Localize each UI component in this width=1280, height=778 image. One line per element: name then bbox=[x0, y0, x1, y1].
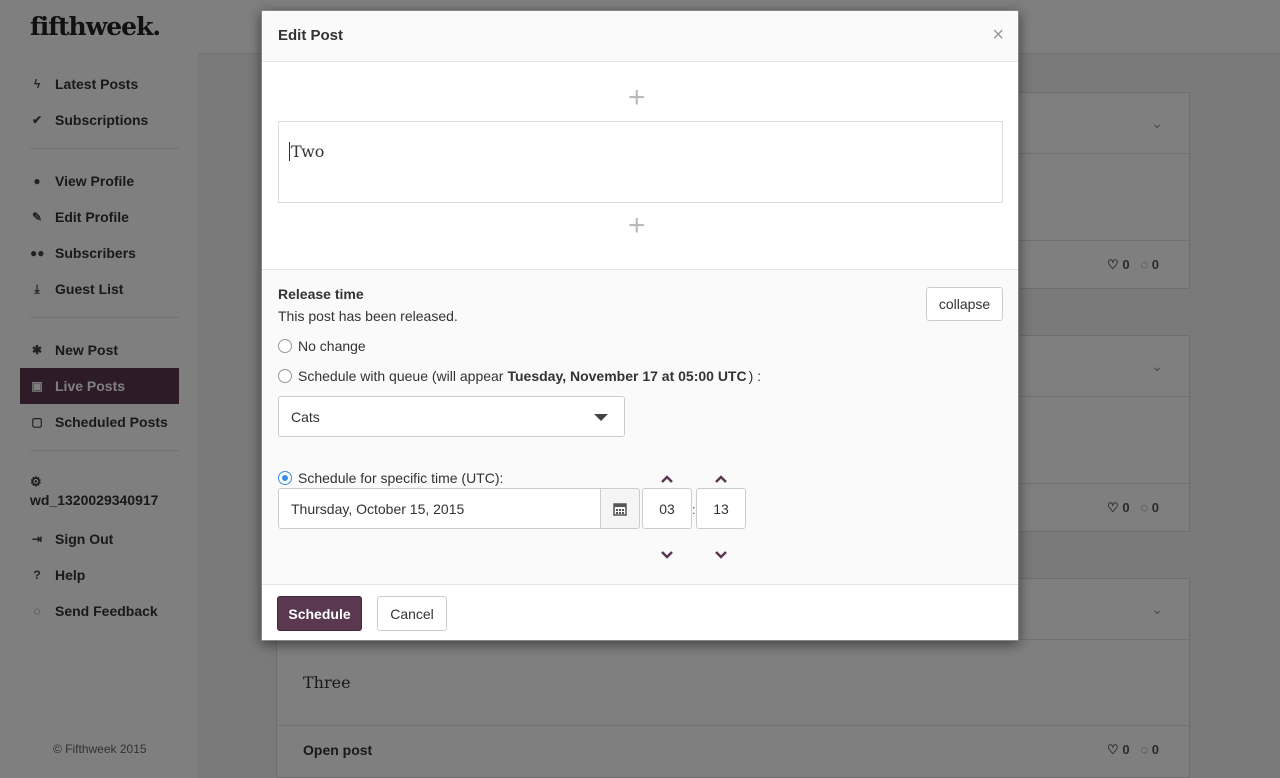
date-value: Thursday, October 15, 2015 bbox=[291, 501, 465, 517]
queue-select[interactable]: Cats bbox=[278, 396, 625, 437]
schedule-button[interactable]: Schedule bbox=[277, 596, 362, 631]
calendar-icon bbox=[613, 502, 627, 516]
radio-no-change[interactable] bbox=[278, 339, 292, 353]
minute-input[interactable]: 13 bbox=[696, 488, 746, 529]
date-input[interactable]: Thursday, October 15, 2015 bbox=[278, 488, 601, 529]
caret-down-icon bbox=[594, 414, 608, 421]
queue-select-value: Cats bbox=[291, 409, 320, 425]
collapse-button[interactable]: collapse bbox=[926, 287, 1003, 321]
minute-up-icon[interactable] bbox=[714, 474, 728, 484]
calendar-button[interactable] bbox=[600, 488, 640, 529]
option-label: Schedule for specific time (UTC): bbox=[298, 470, 504, 486]
radio-schedule-queue[interactable] bbox=[278, 369, 292, 383]
hour-up-icon[interactable] bbox=[660, 474, 674, 484]
option-label: Schedule with queue (will appear bbox=[298, 368, 504, 384]
hour-input[interactable]: 03 bbox=[642, 488, 692, 529]
hour-down-icon[interactable] bbox=[660, 550, 674, 560]
radio-specific-time[interactable] bbox=[278, 471, 292, 485]
add-block-below-icon[interactable]: + bbox=[628, 211, 646, 241]
post-text-editor[interactable]: Two bbox=[278, 121, 1003, 203]
cancel-button[interactable]: Cancel bbox=[377, 596, 447, 631]
option-no-change[interactable]: No change bbox=[278, 338, 366, 354]
modal-header: Edit Post × bbox=[262, 11, 1018, 62]
modal-title: Edit Post bbox=[278, 27, 344, 44]
release-time-panel: Release time This post has been released… bbox=[262, 269, 1018, 584]
release-time-title: Release time bbox=[278, 286, 364, 302]
close-icon[interactable]: × bbox=[992, 25, 1004, 45]
option-specific-time[interactable]: Schedule for specific time (UTC): bbox=[278, 470, 503, 486]
release-status: This post has been released. bbox=[278, 308, 458, 324]
option-label: No change bbox=[298, 338, 366, 354]
edit-post-modal: Edit Post × + Two + Release time This po… bbox=[261, 10, 1019, 641]
modal-footer: Schedule Cancel bbox=[262, 584, 1018, 640]
editor-text[interactable]: Two bbox=[289, 142, 324, 161]
option-schedule-queue[interactable]: Schedule with queue (will appear Tuesday… bbox=[278, 368, 761, 384]
option-label-suffix: ) : bbox=[748, 368, 762, 384]
minute-down-icon[interactable] bbox=[714, 550, 728, 560]
add-block-above-icon[interactable]: + bbox=[628, 83, 646, 113]
queue-time: Tuesday, November 17 at 05:00 UTC bbox=[507, 368, 747, 384]
